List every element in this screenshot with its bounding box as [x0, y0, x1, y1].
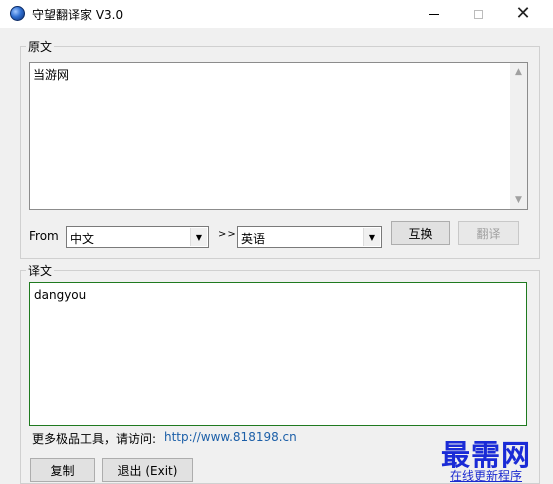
- from-language-value: 中文: [70, 232, 95, 246]
- app-globe-icon: [10, 6, 25, 21]
- promo-link[interactable]: http://www.818198.cn: [164, 430, 297, 444]
- copy-button[interactable]: 复制: [30, 458, 95, 482]
- to-language-value: 英语: [241, 232, 266, 246]
- swap-button[interactable]: 互换: [391, 221, 450, 245]
- chevron-down-icon: ▼: [368, 232, 376, 242]
- result-textarea[interactable]: dangyou: [29, 282, 527, 426]
- online-update-link[interactable]: 在线更新程序: [450, 467, 522, 484]
- to-dropdown-button[interactable]: ▼: [363, 228, 380, 246]
- close-button[interactable]: ✕: [501, 0, 545, 28]
- exit-button[interactable]: 退出 (Exit): [102, 458, 193, 482]
- maximize-icon: [473, 9, 483, 19]
- close-icon: ✕: [515, 3, 531, 24]
- from-label: From: [29, 229, 59, 243]
- scroll-up-icon[interactable]: ▲: [510, 65, 527, 79]
- direction-separator: >>: [218, 229, 237, 240]
- source-text: 当游网: [33, 68, 70, 82]
- result-group-label: 译文: [26, 262, 55, 279]
- from-language-select[interactable]: 中文 ▼: [66, 226, 209, 248]
- scroll-down-icon[interactable]: ▼: [510, 193, 527, 207]
- result-text: dangyou: [34, 288, 87, 302]
- promo-text: 更多极品工具，请访问:: [32, 432, 157, 446]
- from-dropdown-button[interactable]: ▼: [190, 228, 207, 246]
- window-title: 守望翻译家 V3.0: [32, 8, 124, 22]
- minimize-button[interactable]: [412, 0, 456, 28]
- maximize-button: [456, 0, 500, 28]
- to-language-select[interactable]: 英语 ▼: [237, 226, 382, 248]
- source-group-label: 原文: [26, 38, 55, 55]
- translate-button[interactable]: 翻译: [458, 221, 519, 245]
- minimize-icon: [429, 13, 439, 15]
- source-scrollbar[interactable]: ▲ ▼: [510, 63, 527, 209]
- chevron-down-icon: ▼: [195, 232, 203, 242]
- source-textarea[interactable]: 当游网 ▲ ▼: [29, 62, 528, 210]
